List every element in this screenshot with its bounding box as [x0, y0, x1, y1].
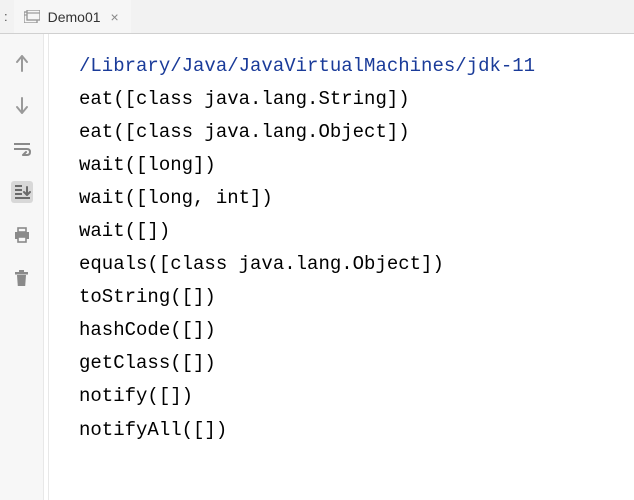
scroll-to-end-icon[interactable]: [11, 181, 33, 203]
console-line: /Library/Java/JavaVirtualMachines/jdk-11: [79, 50, 634, 83]
console-line: getClass([]): [79, 347, 634, 380]
console-line: hashCode([]): [79, 314, 634, 347]
tab-bar: : Demo01 ×: [0, 0, 634, 34]
console-line: eat([class java.lang.Object]): [79, 116, 634, 149]
print-icon[interactable]: [11, 224, 33, 246]
console-line: wait([]): [79, 215, 634, 248]
trash-icon[interactable]: [11, 267, 33, 289]
console-line: notifyAll([]): [79, 414, 634, 447]
console-line: wait([long, int]): [79, 182, 634, 215]
arrow-down-icon[interactable]: [11, 95, 33, 117]
console-line: eat([class java.lang.String]): [79, 83, 634, 116]
tab-demo01[interactable]: Demo01 ×: [14, 0, 131, 33]
console-line: toString([]): [79, 281, 634, 314]
gutter-toolbar: [0, 34, 44, 500]
soft-wrap-icon[interactable]: [11, 138, 33, 160]
console-output[interactable]: /Library/Java/JavaVirtualMachines/jdk-11…: [48, 34, 634, 500]
arrow-up-icon[interactable]: [11, 52, 33, 74]
close-icon[interactable]: ×: [109, 9, 121, 25]
window-icon: [24, 10, 40, 24]
main-area: /Library/Java/JavaVirtualMachines/jdk-11…: [0, 34, 634, 500]
prefix-label: :: [2, 9, 14, 24]
tab-title: Demo01: [48, 9, 101, 25]
console-line: wait([long]): [79, 149, 634, 182]
console-line: notify([]): [79, 380, 634, 413]
console-line: equals([class java.lang.Object]): [79, 248, 634, 281]
